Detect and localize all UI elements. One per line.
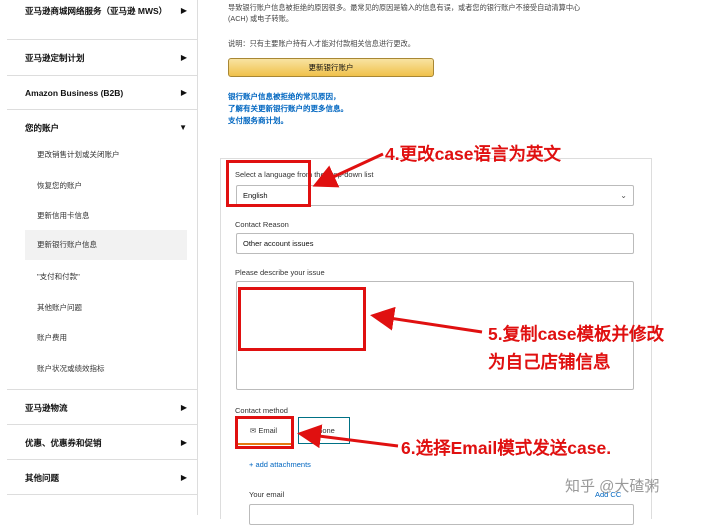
- annotation-step5: 5.复制case模板并修改: [488, 324, 665, 344]
- annotation-step6: 6.选择Email模式发送case.: [401, 438, 612, 458]
- arrow-step4: [312, 152, 384, 188]
- annotation-step4: 4.更改case语言为英文: [385, 144, 562, 164]
- arrow-step5: [370, 306, 483, 334]
- arrow-step6: [297, 424, 399, 449]
- watermark: 知乎 @大碴粥: [565, 478, 660, 495]
- annotation-step5: 为自己店铺信息: [488, 352, 611, 372]
- annotation-arrows: [297, 152, 483, 449]
